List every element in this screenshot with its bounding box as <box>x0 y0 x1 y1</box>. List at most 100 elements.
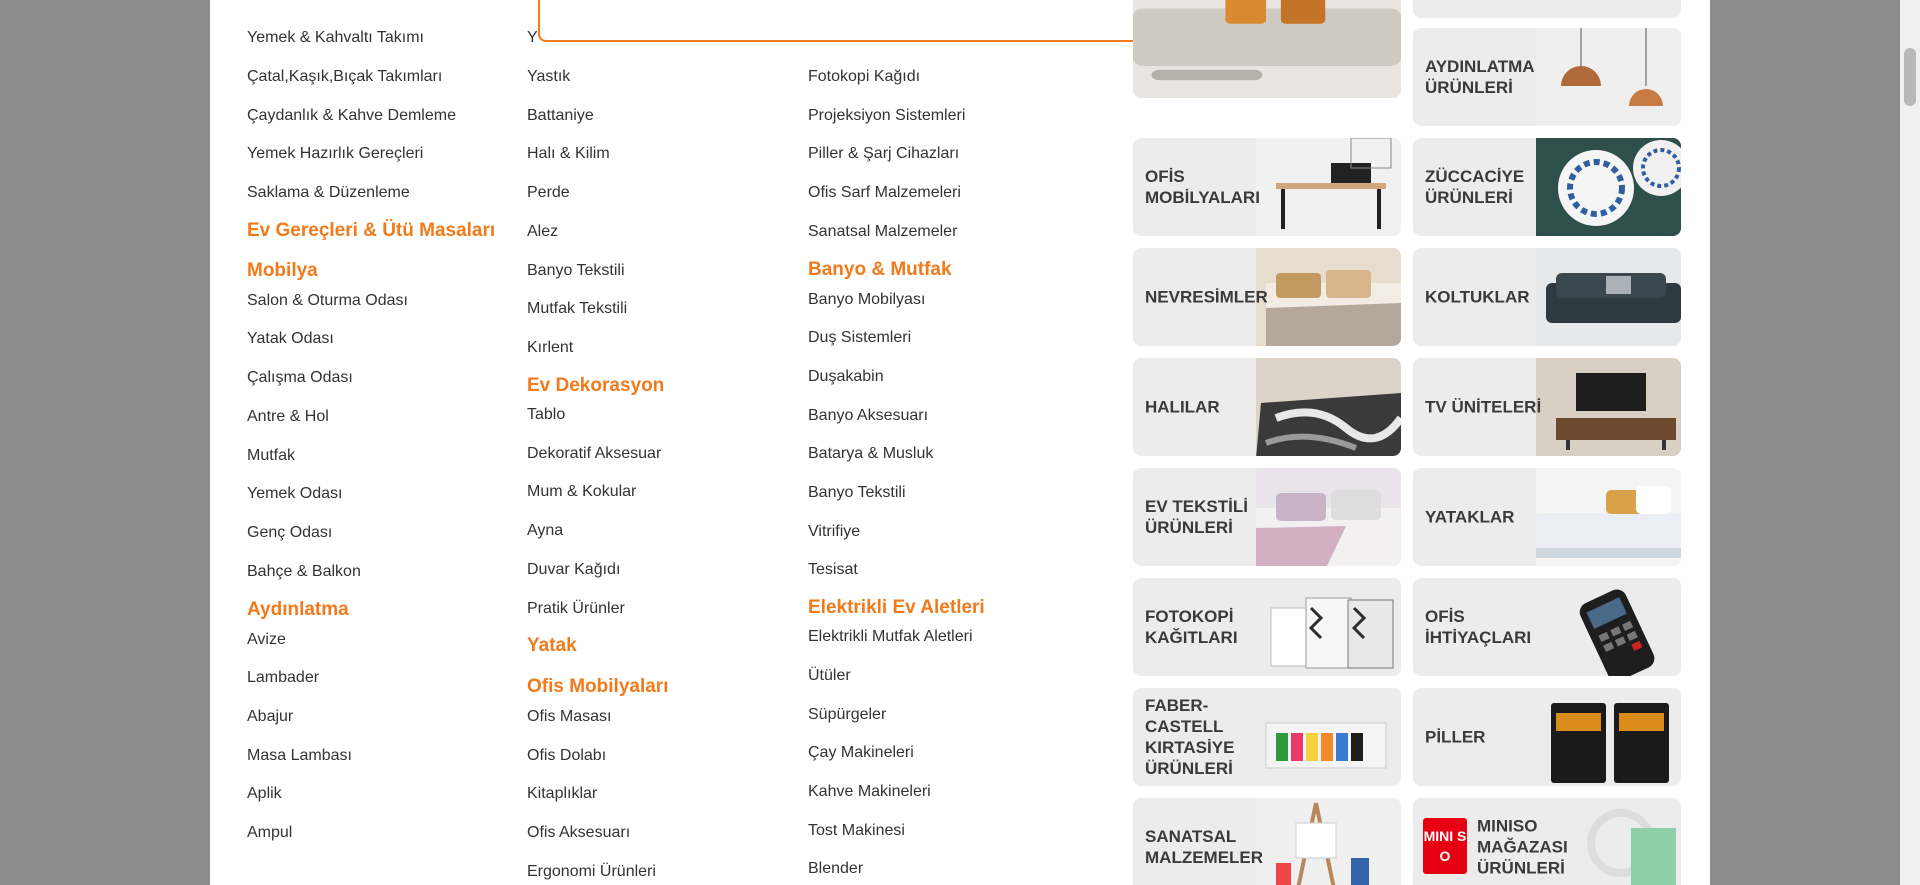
category-link[interactable]: Çaydanlık & Kahve Demleme <box>247 106 456 126</box>
category-link[interactable]: Alez <box>527 222 558 242</box>
category-link[interactable]: Bahçe & Balkon <box>247 562 361 582</box>
category-link[interactable]: Batarya & Musluk <box>808 444 933 464</box>
category-link[interactable]: Avize <box>247 630 286 650</box>
category-link[interactable]: Tablo <box>527 405 565 425</box>
scrollbar-thumb[interactable] <box>1904 48 1916 106</box>
category-link[interactable]: Elektrikli Mutfak Aletleri <box>808 627 973 647</box>
category-link[interactable]: Ampul <box>247 823 292 843</box>
pos-terminal-image <box>1536 578 1681 676</box>
promo-tile[interactable]: HALILAR <box>1133 358 1401 456</box>
category-link[interactable]: Süpürgeler <box>808 705 886 725</box>
category-link[interactable]: Tost Makinesi <box>808 821 905 841</box>
category-link[interactable]: Dekoratif Aksesuar <box>527 444 661 464</box>
category-link[interactable]: Banyo Aksesuarı <box>808 406 928 426</box>
category-link[interactable]: Projeksiyon Sistemleri <box>808 106 965 126</box>
category-link[interactable]: Banyo Mobilyası <box>808 290 925 310</box>
category-link[interactable]: Blender <box>808 859 863 879</box>
category-link[interactable]: Ayna <box>527 521 563 541</box>
shelf-image <box>1536 0 1681 15</box>
promo-tile-label: YATAKLAR <box>1425 507 1515 527</box>
category-link[interactable]: Tesisat <box>808 560 858 580</box>
page-scrollbar[interactable] <box>1900 0 1920 885</box>
category-heading[interactable]: Ev Dekorasyon <box>527 374 664 398</box>
category-link[interactable]: Lambader <box>247 668 319 688</box>
promo-tile-label: EV TEKSTİLİ ÜRÜNLERİ <box>1145 497 1248 537</box>
promo-tile-label: PİLLER <box>1425 727 1486 747</box>
category-heading[interactable]: Yatak <box>527 634 577 658</box>
category-link[interactable]: Çalışma Odası <box>247 368 353 388</box>
category-link[interactable]: Kitaplıklar <box>527 784 597 804</box>
category-heading[interactable]: Mobilya <box>247 259 318 283</box>
promo-tile-label: TV ÜNİTELERİ <box>1425 397 1542 417</box>
category-link[interactable]: Yemek Odası <box>247 484 342 504</box>
category-link[interactable]: Yemek Hazırlık Gereçleri <box>247 144 423 164</box>
category-link[interactable]: Çay Makineleri <box>808 743 914 763</box>
armchair-image <box>1536 248 1681 346</box>
category-heading[interactable]: Aydınlatma <box>247 598 349 622</box>
category-link[interactable]: Genç Odası <box>247 523 332 543</box>
pendant-lamp-image <box>1536 28 1681 126</box>
category-heading[interactable]: Banyo & Mutfak <box>808 258 952 282</box>
category-link[interactable]: Antre & Hol <box>247 407 329 427</box>
category-link[interactable]: Duşakabin <box>808 367 884 387</box>
category-link[interactable]: Çatal,Kaşık,Bıçak Takımları <box>247 67 442 87</box>
category-link[interactable]: Perde <box>527 183 570 203</box>
promo-tile[interactable]: OFİS MOBİLYALARI <box>1133 138 1401 236</box>
promo-tile[interactable]: OFİS İHTİYAÇLARI <box>1413 578 1681 676</box>
mattress-image <box>1536 468 1681 566</box>
promo-tile[interactable]: ZÜCCACİYE ÜRÜNLERİ <box>1413 138 1681 236</box>
category-link[interactable]: Masa Lambası <box>247 746 352 766</box>
promo-tile[interactable]: SANATSAL MALZEMELER <box>1133 798 1401 885</box>
category-heading[interactable]: Ev Gereçleri & Ütü Masaları <box>247 219 495 243</box>
promo-tile[interactable]: FABER-CASTELL KIRTASİYE ÜRÜNLERİ <box>1133 688 1401 786</box>
category-heading[interactable]: Elektrikli Ev Aletleri <box>808 596 985 620</box>
promo-tile[interactable]: TV ÜNİTELERİ <box>1413 358 1681 456</box>
category-link[interactable]: Ofis Dolabı <box>527 746 606 766</box>
category-link[interactable]: Duş Sistemleri <box>808 328 911 348</box>
promo-tile[interactable]: FOTOKOPİ KAĞITLARI <box>1133 578 1401 676</box>
category-link[interactable]: Battaniye <box>527 106 594 126</box>
category-menu-panel: Yemek & Kahvaltı Takımı Çatal,Kaşık,Bıçak… <box>210 0 1710 885</box>
category-link[interactable]: Mutfak Tekstili <box>527 299 627 319</box>
promo-tile[interactable]: EV TEKSTİLİ ÜRÜNLERİ <box>1133 468 1401 566</box>
category-link[interactable]: Yastık <box>527 67 570 87</box>
category-link[interactable]: Salon & Oturma Odası <box>247 291 408 311</box>
promo-tile[interactable]: YATAKLAR <box>1413 468 1681 566</box>
category-link[interactable]: Duvar Kağıdı <box>527 560 620 580</box>
category-link[interactable]: Ergonomi Ürünleri <box>527 862 656 882</box>
promo-tile[interactable]: PİLLER <box>1413 688 1681 786</box>
search-suggestion-popup[interactable] <box>538 0 1194 42</box>
category-link[interactable]: Saklama & Düzenleme <box>247 183 410 203</box>
promo-tile-label: FOTOKOPİ KAĞITLARI <box>1145 607 1238 647</box>
category-link[interactable]: Y <box>527 28 538 48</box>
category-link[interactable]: Yemek & Kahvaltı Takımı <box>247 28 424 48</box>
promo-tile[interactable]: AYDINLATMA ÜRÜNLERİ <box>1413 28 1681 126</box>
category-link[interactable]: Abajur <box>247 707 293 727</box>
promo-tile-label: OFİS MOBİLYALARI <box>1145 167 1260 207</box>
promo-tile[interactable]: MINISO MAĞAZASI ÜRÜNLERİ MINI SO <box>1413 798 1681 885</box>
category-link[interactable]: Aplik <box>247 784 282 804</box>
category-link[interactable]: Piller & Şarj Cihazları <box>808 144 959 164</box>
category-link[interactable]: Kahve Makineleri <box>808 782 931 802</box>
category-heading[interactable]: Ofis Mobilyaları <box>527 675 668 699</box>
category-link[interactable]: Banyo Tekstili <box>527 261 625 281</box>
miniso-logo: MINI SO <box>1423 818 1467 874</box>
promo-tile[interactable]: NEVRESİMLER <box>1133 248 1401 346</box>
category-link[interactable]: Fotokopi Kağıdı <box>808 67 920 87</box>
category-link[interactable]: Ofis Masası <box>527 707 611 727</box>
category-link[interactable]: Mutfak <box>247 446 295 466</box>
category-link[interactable]: Banyo Tekstili <box>808 483 906 503</box>
promo-tile[interactable]: KOLTUKLAR <box>1413 248 1681 346</box>
category-link[interactable]: Mum & Kokular <box>527 482 636 502</box>
category-link[interactable]: Ütüler <box>808 666 851 686</box>
promo-tile[interactable] <box>1133 0 1401 98</box>
category-link[interactable]: Ofis Sarf Malzemeleri <box>808 183 961 203</box>
category-link[interactable]: Kırlent <box>527 338 573 358</box>
category-link[interactable]: Sanatsal Malzemeler <box>808 222 957 242</box>
category-link[interactable]: Pratik Ürünler <box>527 599 625 619</box>
category-link[interactable]: Halı & Kilim <box>527 144 610 164</box>
category-link[interactable]: Ofis Aksesuarı <box>527 823 630 843</box>
promo-tile[interactable] <box>1413 0 1681 18</box>
category-link[interactable]: Yatak Odası <box>247 329 334 349</box>
category-link[interactable]: Vitrifiye <box>808 522 860 542</box>
